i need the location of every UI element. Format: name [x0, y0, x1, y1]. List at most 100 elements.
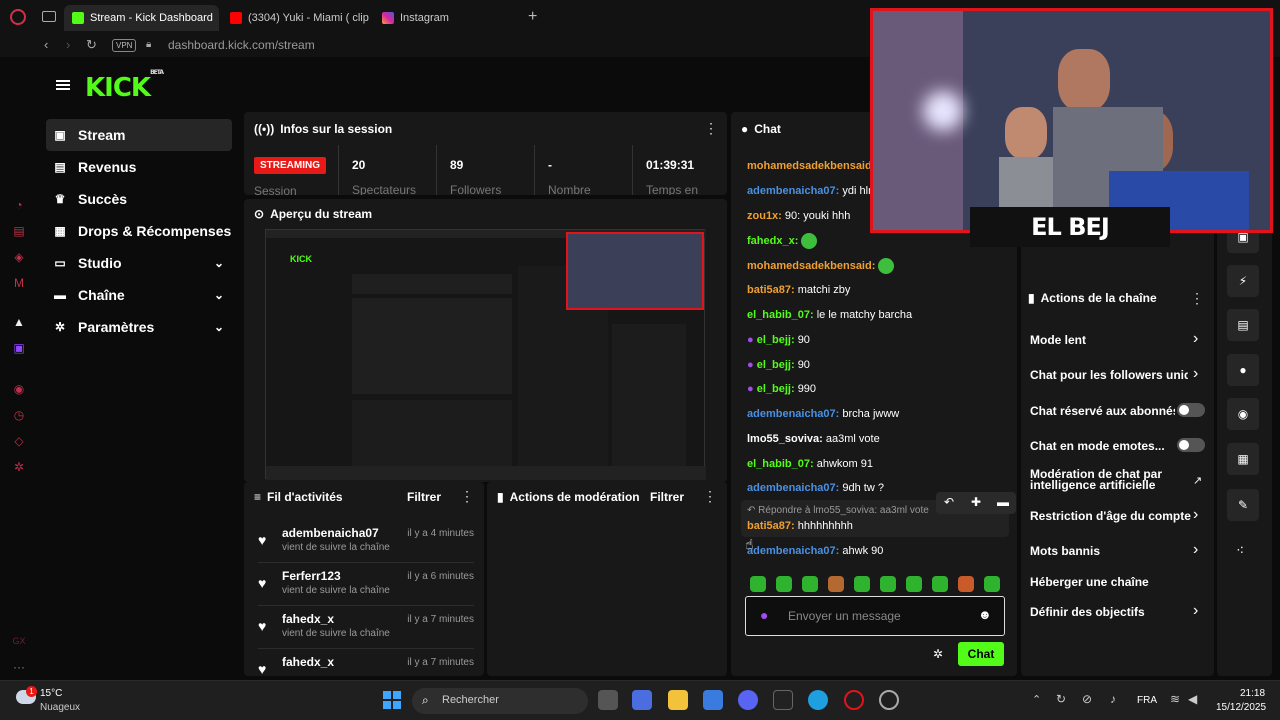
- sidebar-item-studio[interactable]: ▭ Studio ⌄: [46, 247, 232, 279]
- kick-logo[interactable]: KICKBETA: [85, 69, 164, 103]
- history-icon[interactable]: ◷: [12, 408, 26, 422]
- more-icon[interactable]: ···: [12, 660, 26, 674]
- activity-user[interactable]: adembenaicha07: [282, 526, 379, 540]
- chat-message[interactable]: ● el_bejj: 990: [747, 383, 816, 395]
- emote-icon[interactable]: [958, 576, 974, 592]
- chevron-right-icon[interactable]: ›: [1193, 506, 1198, 524]
- chat-username[interactable]: el_habib_07:: [747, 458, 814, 470]
- chat-username[interactable]: mohamedsadekbensaid:: [747, 260, 875, 272]
- chat-message[interactable]: mohamedsadekbensaid:: [747, 258, 895, 274]
- activity-filter-button[interactable]: Filtrer: [407, 490, 441, 504]
- action-followers-only[interactable]: Chat pour les followers uniquement: [1030, 368, 1188, 382]
- messenger-icon[interactable]: ◈: [12, 250, 26, 264]
- emote-icon[interactable]: [776, 576, 792, 592]
- menu-icon[interactable]: [56, 80, 70, 90]
- chevron-right-icon[interactable]: ›: [1193, 330, 1198, 348]
- chat-message[interactable]: ● el_bejj: 90: [747, 359, 810, 371]
- action-ai-moderation[interactable]: Modération de chat par intelligence arti…: [1030, 468, 1175, 491]
- vpn-badge[interactable]: VPN: [112, 39, 137, 52]
- rail-button[interactable]: ●: [1227, 354, 1259, 386]
- chat-settings-icon[interactable]: ✲: [933, 647, 943, 661]
- twitch-icon[interactable]: ▣: [12, 341, 26, 355]
- chevron-right-icon[interactable]: ›: [1193, 541, 1198, 559]
- more-options-icon[interactable]: ⋮: [460, 488, 474, 505]
- chat-username[interactable]: el_habib_07:: [747, 309, 814, 321]
- pinboard-icon[interactable]: ◇: [12, 434, 26, 448]
- stream-preview-video[interactable]: KICK: [265, 229, 706, 480]
- opera-logo-icon[interactable]: [10, 9, 26, 25]
- edge-icon[interactable]: [808, 690, 828, 710]
- chat-message[interactable]: adembenaicha07: 9dh tw ?: [747, 482, 884, 494]
- rail-button[interactable]: ◉: [1227, 398, 1259, 430]
- chat-username[interactable]: mohamedsadekbensaid:: [747, 160, 875, 172]
- chat-message[interactable]: adembenaicha07: ahwk 90: [747, 545, 883, 557]
- chat-username[interactable]: bati5a87:: [747, 284, 795, 296]
- chat-message[interactable]: adembenaicha07: ydi hlm: [747, 185, 877, 197]
- sidebar-item-revenus[interactable]: ▤ Revenus: [46, 151, 232, 183]
- emote-icon[interactable]: [984, 576, 1000, 592]
- emoji-icon[interactable]: ☻: [978, 607, 992, 622]
- chat-message[interactable]: bati5a87: matchi zby: [747, 284, 850, 296]
- sync-icon[interactable]: ↻: [1056, 692, 1066, 706]
- wifi-icon[interactable]: ≋: [1170, 692, 1180, 706]
- sidebar-item-chaine[interactable]: ▬ Chaîne ⌄: [46, 279, 232, 311]
- chat-username[interactable]: lmo55_soviva:: [747, 433, 823, 445]
- emote-icon[interactable]: [828, 576, 844, 592]
- tab-youtube[interactable]: (3304) Yuki - Miami ( clip: [222, 5, 370, 31]
- rail-button[interactable]: ▦: [1227, 443, 1259, 475]
- file-explorer-icon[interactable]: [668, 690, 688, 710]
- settings-icon[interactable]: ✲: [12, 460, 26, 474]
- activity-user[interactable]: Ferferr123: [282, 569, 341, 583]
- pin-icon[interactable]: ✚: [971, 495, 981, 509]
- chevron-right-icon[interactable]: ›: [1193, 365, 1198, 383]
- player-icon[interactable]: ◉: [12, 382, 26, 396]
- action-subscribers-only[interactable]: Chat réservé aux abonnés: [1030, 404, 1175, 418]
- chat-username[interactable]: adembenaicha07:: [747, 408, 839, 420]
- chat-message[interactable]: adembenaicha07: brcha jwww: [747, 408, 899, 420]
- weather-temp[interactable]: 15°C: [40, 688, 62, 699]
- chat-username[interactable]: adembenaicha07:: [747, 545, 839, 557]
- gx-icon[interactable]: GX: [12, 634, 26, 648]
- reply-icon[interactable]: ↶: [944, 495, 954, 509]
- chat-username[interactable]: bati5a87:: [747, 520, 795, 532]
- tab-kick-dashboard[interactable]: Stream - Kick Dashboard: [64, 5, 219, 31]
- mail-icon[interactable]: M: [12, 276, 26, 290]
- emote-icon[interactable]: [906, 576, 922, 592]
- network-off-icon[interactable]: ⊘: [1082, 692, 1092, 706]
- external-link-icon[interactable]: ↗: [1193, 474, 1202, 487]
- more-options-icon[interactable]: ⋮: [1190, 290, 1204, 307]
- emote-icon[interactable]: [854, 576, 870, 592]
- chat-username[interactable]: el_bejj:: [757, 334, 795, 346]
- chevron-up-icon[interactable]: ⌃: [1032, 693, 1041, 706]
- emote-icon[interactable]: [932, 576, 948, 592]
- emote-icon[interactable]: [880, 576, 896, 592]
- chat-username[interactable]: adembenaicha07:: [747, 185, 839, 197]
- activity-user[interactable]: fahedx_x: [282, 612, 334, 626]
- chat-username[interactable]: fahedx_x:: [747, 235, 798, 247]
- more-options-icon[interactable]: ⋮: [704, 120, 718, 137]
- chat-username[interactable]: zou1x:: [747, 210, 782, 222]
- epic-games-icon[interactable]: [773, 690, 793, 710]
- tab-overview-icon[interactable]: [42, 11, 56, 22]
- chat-username[interactable]: el_bejj:: [757, 359, 795, 371]
- task-view-icon[interactable]: [598, 690, 618, 710]
- sidebar-item-stream[interactable]: ▣ Stream: [46, 119, 232, 151]
- discord-icon[interactable]: [738, 690, 758, 710]
- action-host-channel[interactable]: Héberger une chaîne: [1030, 575, 1200, 589]
- chat-message[interactable]: zou1x: 90: youki hhh: [747, 210, 850, 222]
- chat-message[interactable]: ● el_bejj: 90: [747, 334, 810, 346]
- weather-desc[interactable]: Nuageux: [40, 702, 80, 713]
- reload-icon[interactable]: ↻: [86, 37, 97, 53]
- apps-icon[interactable]: ⁖: [1236, 542, 1244, 559]
- chat-input[interactable]: ● Envoyer un message ☻: [745, 596, 1005, 636]
- emote-mode-toggle[interactable]: [1177, 438, 1205, 452]
- windows-start-icon[interactable]: [383, 691, 401, 709]
- more-options-icon[interactable]: ⋮: [703, 488, 717, 505]
- chat-message[interactable]: bati5a87: hhhhhhhhh: [747, 520, 853, 532]
- chat-username[interactable]: el_bejj:: [757, 383, 795, 395]
- emote-icon[interactable]: [802, 576, 818, 592]
- clock-date[interactable]: 15/12/2025: [1216, 702, 1266, 713]
- opera-gx-icon[interactable]: [844, 690, 864, 710]
- action-banned-words[interactable]: Mots bannis: [1030, 544, 1200, 558]
- action-slow-mode[interactable]: Mode lent: [1030, 333, 1200, 347]
